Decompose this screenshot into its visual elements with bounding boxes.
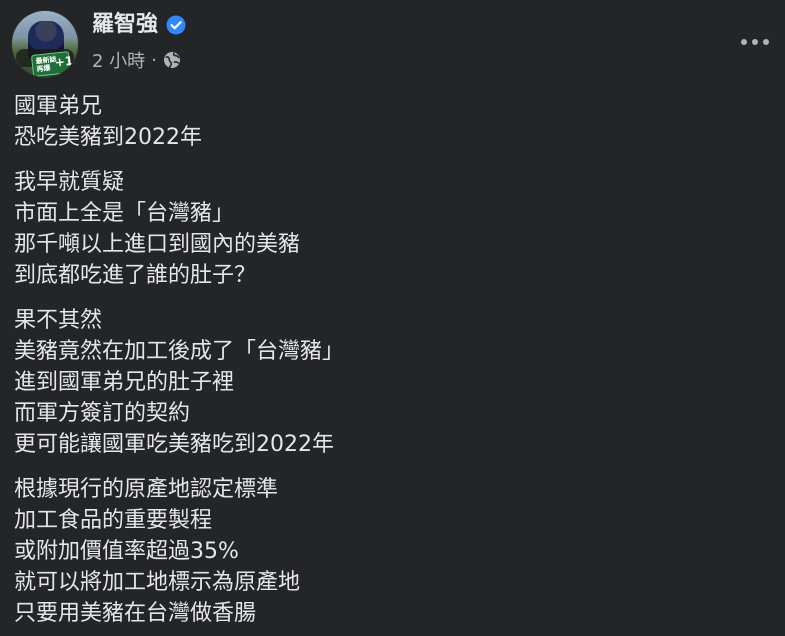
post-text-line: 而軍方簽訂的契約 <box>14 401 191 426</box>
avatar-badge: 最新誌 再爆 +1 <box>30 51 74 77</box>
verified-badge-icon <box>166 15 186 35</box>
author-row: 羅智強 <box>92 10 186 40</box>
post-text-line: 果不其然 <box>14 308 103 333</box>
post-text-line: 加工食品的重要製程 <box>14 508 213 533</box>
post-text-line: 到底都吃進了誰的肚子？ <box>14 263 257 288</box>
post-paragraph: 果不其然 美豬竟然在加工後成了「台灣豬」 進到國軍弟兄的肚子裡 而軍方簽訂的契約… <box>14 305 774 460</box>
post-paragraph: 國軍弟兄 恐吃美豬到2022年 <box>14 91 774 153</box>
more-options-button[interactable] <box>739 28 771 56</box>
post-text-line: 國軍弟兄 <box>14 94 103 119</box>
facebook-post: 最新誌 再爆 +1 羅智強 2 小時 · 國軍弟兄 恐吃美豬到2022年 我早就… <box>0 0 785 636</box>
more-options-icon <box>741 39 769 45</box>
globe-icon[interactable] <box>163 51 181 69</box>
post-paragraph: 根據現行的原產地認定標準 加工食品的重要製程 或附加價值率超過35% 就可以將加… <box>14 474 774 629</box>
post-text-line: 進到國軍弟兄的肚子裡 <box>14 370 235 395</box>
post-text-line: 我早就質疑 <box>14 170 125 195</box>
post-paragraph: 我早就質疑 市面上全是「台灣豬」 那千噸以上進口到國內的美豬 到底都吃進了誰的肚… <box>14 167 774 291</box>
post-text-line: 那千噸以上進口到國內的美豬 <box>14 232 301 257</box>
meta-separator: · <box>151 49 157 71</box>
post-meta: 2 小時 · <box>92 46 181 74</box>
avatar-badge-line2: 再爆 <box>36 64 51 74</box>
author-name[interactable]: 羅智強 <box>92 10 158 40</box>
post-text-line: 美豬竟然在加工後成了「台灣豬」 <box>14 339 345 364</box>
post-text-line: 或附加價值率超過35% <box>14 539 239 564</box>
post-text-line: 只要用美豬在台灣做香腸 <box>14 601 257 626</box>
post-text-line: 恐吃美豬到2022年 <box>14 125 202 150</box>
author-avatar[interactable]: 最新誌 再爆 +1 <box>12 11 78 77</box>
post-text-line: 市面上全是「台灣豬」 <box>14 201 235 226</box>
avatar-badge-plus: +1 <box>54 53 74 70</box>
post-text-line: 更可能讓國軍吃美豬吃到2022年 <box>14 432 334 457</box>
post-body: 國軍弟兄 恐吃美豬到2022年 我早就質疑 市面上全是「台灣豬」 那千噸以上進口… <box>14 91 774 636</box>
post-text-line: 根據現行的原產地認定標準 <box>14 477 279 502</box>
post-text-line: 就可以將加工地標示為原產地 <box>14 570 301 595</box>
post-timestamp[interactable]: 2 小時 <box>92 47 145 73</box>
